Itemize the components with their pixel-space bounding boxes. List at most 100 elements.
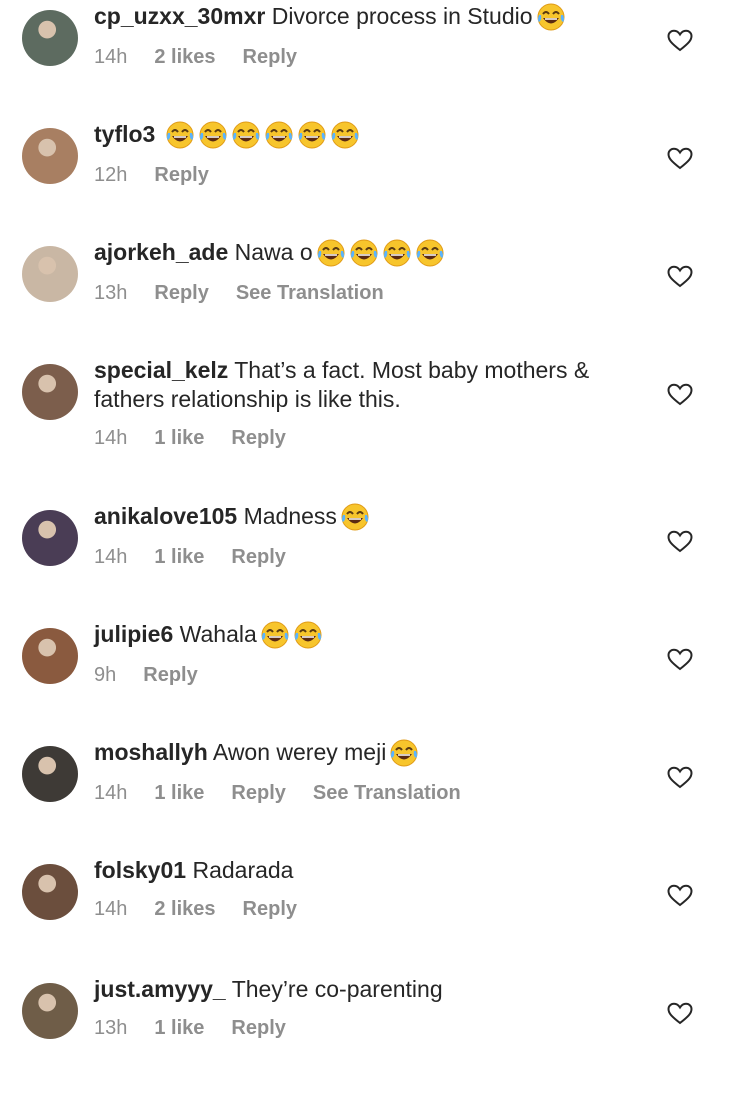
comment-body: moshallyh Awon werey meji 14h 1 like Reply S… [94, 738, 639, 805]
comment-text: cp_uzxx_30mxr Divorce process in Studio [94, 2, 639, 33]
comment-text: ajorkeh_ade Nawa o [94, 238, 639, 269]
comment-item: folsky01 Radarada 14h 2 likes Reply [0, 857, 730, 982]
heart-icon[interactable] [667, 383, 693, 407]
heart-icon[interactable] [667, 147, 693, 171]
comment-item: cp_uzxx_30mxr Divorce process in Studio 1… [0, 3, 730, 128]
timestamp: 13h [94, 282, 128, 305]
likes-count[interactable]: 1 like [154, 1016, 204, 1040]
reply-button[interactable]: Reply [243, 897, 297, 921]
comment-text: anikalove105 Madness [94, 502, 639, 533]
comment-meta: 9h Reply [94, 663, 639, 687]
heart-icon[interactable] [667, 29, 693, 53]
emoji-group [257, 620, 323, 651]
laughing-tears-emoji [293, 620, 323, 650]
comment-body: tyflo3 12h Reply [94, 120, 639, 187]
avatar[interactable] [22, 510, 78, 566]
avatar[interactable] [22, 246, 78, 302]
reply-button[interactable]: Reply [154, 281, 208, 305]
laughing-tears-emoji [415, 238, 445, 268]
reply-button[interactable]: Reply [231, 545, 285, 569]
laughing-tears-emoji [389, 738, 419, 768]
username[interactable]: cp_uzxx_30mxr [94, 3, 265, 29]
reply-button[interactable]: Reply [231, 781, 285, 805]
username[interactable]: folsky01 [94, 857, 186, 883]
comment-meta: 13h Reply See Translation [94, 281, 639, 305]
avatar[interactable] [22, 983, 78, 1039]
timestamp: 14h [94, 898, 128, 920]
comment-item: moshallyh Awon werey meji 14h 1 like Reply S… [0, 739, 730, 864]
see-translation-button[interactable]: See Translation [313, 781, 461, 805]
heart-icon[interactable] [667, 530, 693, 554]
comment-meta: 14h 2 likes Reply [94, 897, 639, 921]
avatar[interactable] [22, 128, 78, 184]
comment-text: moshallyh Awon werey meji [94, 738, 639, 769]
comment-text: just.amyyy_ They’re co-parenting [94, 975, 639, 1004]
comment-text: special_kelz That’s a fact. Most baby mo… [94, 356, 639, 414]
comment-meta: 14h 1 like Reply [94, 545, 639, 569]
username[interactable]: special_kelz [94, 357, 228, 383]
laughing-tears-emoji [536, 2, 566, 32]
likes-count[interactable]: 2 likes [154, 45, 215, 69]
reply-button[interactable]: Reply [231, 1016, 285, 1040]
comment-body: special_kelz That’s a fact. Most baby mo… [94, 356, 639, 450]
comment-message: They’re co-parenting [231, 976, 443, 1002]
timestamp: 14h [94, 782, 128, 805]
comment-body: anikalove105 Madness 14h 1 like Reply [94, 502, 639, 569]
comment-item: special_kelz That’s a fact. Most baby mo… [0, 357, 730, 482]
emoji-group [386, 738, 419, 769]
likes-count[interactable]: 1 like [154, 545, 204, 569]
comment-item: tyflo3 12h Reply [0, 121, 730, 246]
avatar[interactable] [22, 364, 78, 420]
username[interactable]: just.amyyy_ [94, 976, 226, 1002]
heart-icon[interactable] [667, 1002, 693, 1026]
heart-icon[interactable] [667, 766, 693, 790]
timestamp: 13h [94, 1017, 128, 1039]
comment-item: ajorkeh_ade Nawa o 13h Reply See Translatio… [0, 239, 730, 364]
username[interactable]: ajorkeh_ade [94, 239, 228, 265]
comment-item: just.amyyy_ They’re co-parenting 13h 1 lik… [0, 976, 730, 1101]
comment-meta: 13h 1 like Reply [94, 1016, 639, 1040]
avatar[interactable] [22, 864, 78, 920]
heart-icon[interactable] [667, 265, 693, 289]
emoji-group [337, 502, 370, 533]
avatar[interactable] [22, 628, 78, 684]
comment-body: ajorkeh_ade Nawa o 13h Reply See Translatio… [94, 238, 639, 305]
heart-icon[interactable] [667, 648, 693, 672]
username[interactable]: moshallyh [94, 739, 208, 765]
reply-button[interactable]: Reply [243, 45, 297, 69]
timestamp: 9h [94, 664, 117, 687]
reply-button[interactable]: Reply [154, 163, 208, 187]
heart-icon[interactable] [667, 884, 693, 908]
likes-count[interactable]: 1 like [154, 781, 204, 805]
username[interactable]: tyflo3 [94, 121, 155, 147]
laughing-tears-emoji [340, 502, 370, 532]
comment-body: cp_uzxx_30mxr Divorce process in Studio 1… [94, 2, 639, 69]
comments-list: cp_uzxx_30mxr Divorce process in Studio 1… [0, 0, 730, 1080]
timestamp: 14h [94, 46, 128, 69]
likes-count[interactable]: 1 like [154, 426, 204, 450]
avatar[interactable] [22, 746, 78, 802]
comment-body: julipie6 Wahala 9h Reply [94, 620, 639, 687]
reply-button[interactable]: Reply [231, 426, 285, 450]
comment-item: julipie6 Wahala 9h Reply [0, 621, 730, 746]
likes-count[interactable]: 2 likes [154, 897, 215, 921]
emoji-group [533, 2, 566, 33]
timestamp: 12h [94, 164, 128, 187]
comment-meta: 12h Reply [94, 163, 639, 187]
comment-meta: 14h 2 likes Reply [94, 45, 639, 69]
avatar[interactable] [22, 10, 78, 66]
emoji-group [313, 238, 445, 269]
laughing-tears-emoji [231, 120, 261, 150]
comment-body: folsky01 Radarada 14h 2 likes Reply [94, 856, 639, 921]
laughing-tears-emoji [297, 120, 327, 150]
timestamp: 14h [94, 546, 128, 569]
comment-meta: 14h 1 like Reply [94, 426, 639, 450]
username[interactable]: julipie6 [94, 621, 173, 647]
username[interactable]: anikalove105 [94, 503, 237, 529]
comment-text: tyflo3 [94, 120, 639, 151]
laughing-tears-emoji [316, 238, 346, 268]
reply-button[interactable]: Reply [143, 663, 197, 687]
see-translation-button[interactable]: See Translation [236, 281, 384, 305]
laughing-tears-emoji [260, 620, 290, 650]
laughing-tears-emoji [330, 120, 360, 150]
